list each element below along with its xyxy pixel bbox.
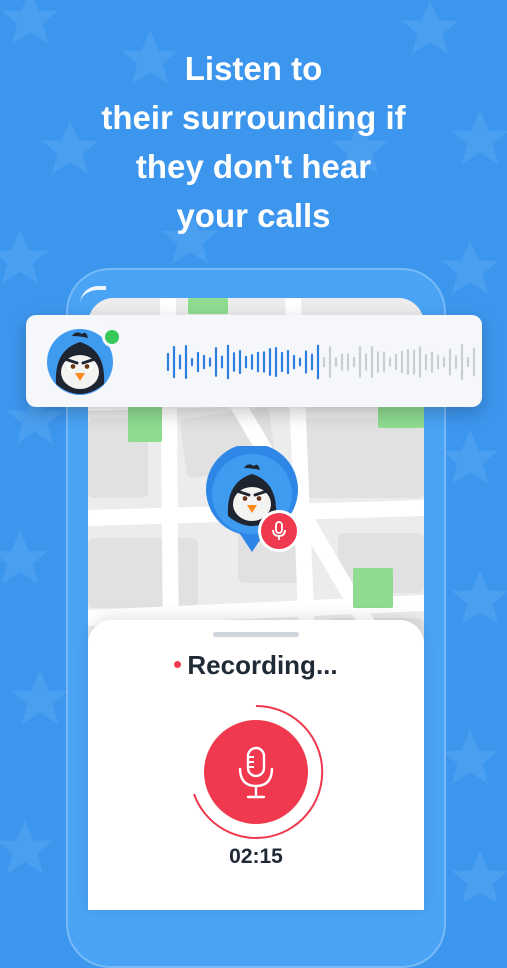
record-button[interactable]: [186, 702, 326, 842]
microphone-icon: [272, 521, 286, 540]
recording-timer: 02:15: [229, 845, 283, 868]
recording-dot: [174, 660, 182, 668]
recording-status-text: Recording...: [187, 650, 338, 680]
headline-line-1: Listen to: [184, 50, 323, 87]
headline-line-2: their surrounding if: [101, 99, 406, 136]
online-status-dot: [102, 327, 122, 347]
headline: Listen to their surrounding if they don'…: [0, 44, 507, 240]
audio-waveform: [166, 343, 476, 381]
headline-line-4: your calls: [176, 197, 331, 234]
headline-line-3: they don't hear: [135, 148, 372, 185]
sheet-drag-handle[interactable]: [213, 632, 299, 637]
live-audio-card[interactable]: [26, 315, 482, 407]
recording-status: Recording...: [88, 650, 424, 681]
record-button-circle: [204, 720, 308, 824]
microphone-badge: [258, 510, 300, 552]
